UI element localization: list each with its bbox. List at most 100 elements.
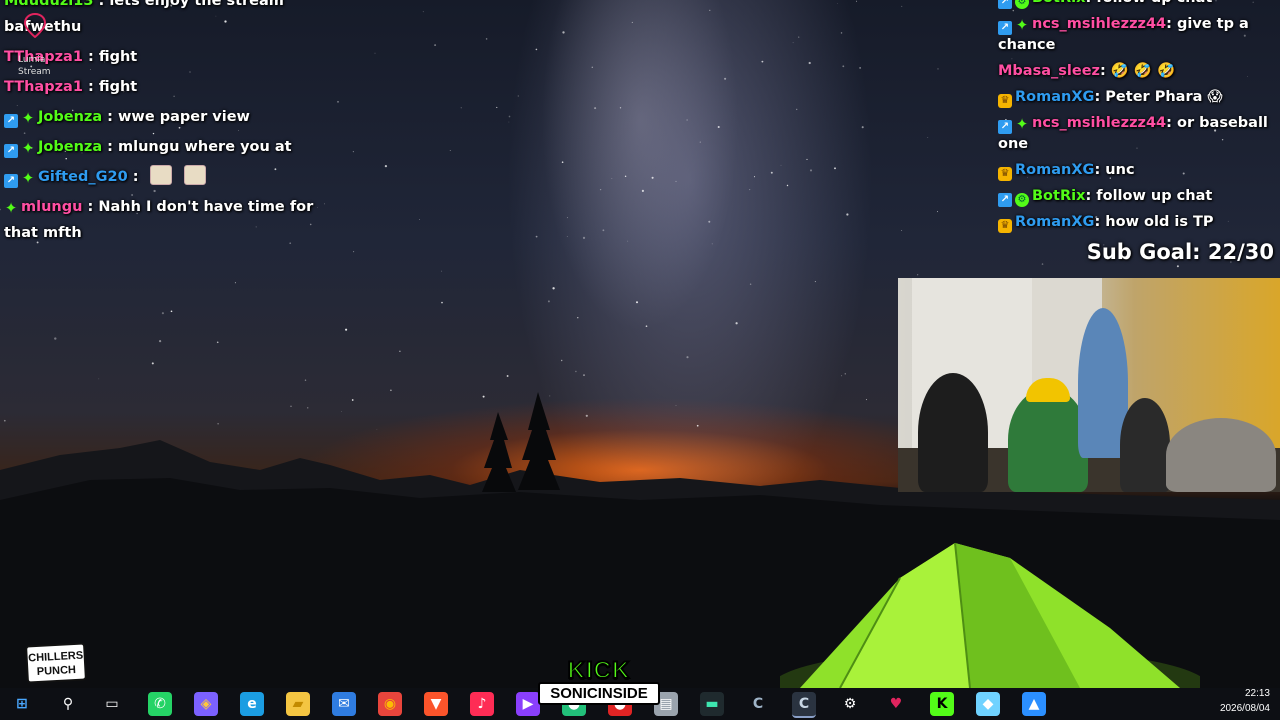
chat-text: 🤣 🤣 🤣: [1110, 63, 1176, 79]
chat-message: TThapza1 : fight: [4, 74, 334, 100]
chat-separator: :: [93, 0, 110, 9]
chat-username[interactable]: ncs_msihlezzz44: [1032, 115, 1166, 131]
bot-badge-icon: ⚙: [1015, 0, 1029, 9]
chat-message: ↗ ✦ ncs_msihlezzz44: or baseball one: [998, 113, 1270, 155]
chat-separator: :: [1085, 188, 1097, 204]
chat-message: TThapza1 : fight: [4, 44, 334, 70]
chat-message: ↗ ✦ Gifted_G20 :: [4, 164, 334, 190]
chat-username[interactable]: Mduduzi13: [4, 0, 93, 9]
chat-separator: :: [102, 139, 119, 155]
chat-message: ↗ ✦ ncs_msihlezzz44: give tp a chance: [998, 14, 1270, 56]
chat-text: how old is TP: [1105, 214, 1214, 230]
chat-message: Mbasa_sleez: 🤣 🤣 🤣: [998, 61, 1270, 82]
chat-separator: :: [82, 49, 99, 65]
og-badge-icon: ✦: [21, 169, 35, 187]
whatsapp-icon[interactable]: ✆: [148, 692, 172, 716]
edge-icon[interactable]: e: [240, 692, 264, 716]
chat-overlay-right: ↗⚙BotRix: follow up chat↗✦ncs_msihlezzz4…: [998, 0, 1270, 238]
lumia-label-line1: Lumia: [18, 55, 46, 65]
chat-separator: :: [1166, 16, 1177, 32]
chat-message: ↗⚙BotRix: follow up chat: [998, 0, 1270, 9]
ccleaner-icon[interactable]: C: [746, 692, 770, 716]
sub-goal-counter: Sub Goal: 22/30: [1086, 240, 1274, 264]
chat-text: mlungu where you at: [118, 139, 292, 155]
kick-wordmark: KICK: [567, 657, 631, 685]
verified-badge-icon: ↗: [998, 21, 1012, 35]
streamlabs-icon[interactable]: ◆: [976, 692, 1000, 716]
terminal-icon[interactable]: ▬: [700, 692, 724, 716]
task-view-icon[interactable]: ▭: [100, 692, 124, 716]
clipchamp-icon[interactable]: ▶: [516, 692, 540, 716]
chat-username[interactable]: RomanXG: [1015, 89, 1094, 105]
lumia-label-line2: Stream: [18, 67, 51, 77]
verified-badge-icon: ↗: [4, 174, 18, 188]
chat-username[interactable]: BotRix: [1032, 188, 1085, 204]
chat-text: Peter Phara 😱: [1105, 89, 1223, 105]
chat-message: ♛ RomanXG: Peter Phara 😱: [998, 87, 1270, 108]
chat-username[interactable]: Mbasa_sleez: [998, 63, 1100, 79]
og-badge-icon: ✦: [21, 109, 35, 127]
chat-username[interactable]: Gifted_G20: [38, 169, 128, 185]
lumia-stream-pin-icon: [23, 12, 47, 38]
og-badge-icon: ✦: [1015, 115, 1029, 133]
bot-badge-icon: ⚙: [1015, 193, 1029, 207]
chat-separator: :: [127, 169, 144, 185]
chillers-punch-logo: CHILLERS PUNCH: [25, 642, 87, 684]
chat-message: ✦ mlungu : Nahh I don't have time for tha…: [4, 194, 334, 246]
chat-text: follow up chat: [1096, 0, 1212, 6]
chat-text: unc: [1105, 162, 1135, 178]
mail-icon[interactable]: ✉: [332, 692, 356, 716]
chat-username[interactable]: mlungu: [21, 199, 82, 215]
chat-text: fight: [98, 79, 138, 95]
subscriber-badge-icon: ♛: [998, 219, 1012, 233]
chat-username[interactable]: BotRix: [1032, 0, 1085, 6]
chat-separator: :: [1094, 89, 1106, 105]
windows-start-icon[interactable]: ⊞: [10, 692, 34, 716]
clock-time: 22:13: [1244, 688, 1270, 699]
chat-overlay-left: Mduduzi13 : lets enjoy the stream bafwet…: [4, 0, 334, 250]
ccleaner-active-icon[interactable]: C: [792, 692, 816, 718]
copilot-icon[interactable]: ◈: [194, 692, 218, 716]
chrome-icon[interactable]: ◉: [378, 692, 402, 716]
photos-icon[interactable]: ▲: [1022, 692, 1046, 716]
webcam-feed: [898, 278, 1280, 492]
person-hardhat: [1008, 388, 1088, 492]
og-badge-icon: ✦: [1015, 16, 1029, 34]
og-badge-icon: ✦: [4, 199, 18, 217]
chat-text: follow up chat: [1096, 188, 1213, 204]
file-explorer-icon[interactable]: ▰: [286, 692, 310, 716]
chat-username[interactable]: RomanXG: [1015, 162, 1094, 178]
chat-username[interactable]: ncs_msihlezzz44: [1032, 16, 1166, 32]
brave-icon[interactable]: ▼: [424, 692, 448, 716]
chat-separator: :: [102, 109, 119, 125]
system-clock[interactable]: 22:13 2026/08/04: [1220, 686, 1270, 716]
lumia-stream-label: Lumia Stream: [18, 54, 51, 78]
chat-message: ↗ ✦ Jobenza : mlungu where you at: [4, 134, 334, 160]
search-icon[interactable]: ⚲: [56, 692, 80, 716]
lumia-stream-icon[interactable]: ♥: [884, 692, 908, 716]
settings-icon[interactable]: ⚙: [838, 692, 862, 716]
person-seated: [1120, 398, 1170, 492]
glowing-tent: [780, 542, 1200, 688]
chat-separator: :: [1166, 115, 1177, 131]
chat-separator: :: [1099, 63, 1111, 79]
verified-badge-icon: ↗: [4, 144, 18, 158]
chat-message: ↗ ✦ Jobenza : wwe paper view: [4, 104, 334, 130]
tiktok-icon[interactable]: ♪: [470, 692, 494, 716]
chat-text: fight: [98, 49, 138, 65]
kick-app-icon[interactable]: K: [930, 692, 954, 716]
chat-username[interactable]: TThapza1: [4, 79, 83, 95]
chat-username[interactable]: Jobenza: [38, 109, 102, 125]
chat-message: ♛ RomanXG: how old is TP: [998, 212, 1270, 233]
chat-separator: :: [82, 79, 99, 95]
chat-text: wwe paper view: [118, 109, 250, 125]
chat-username[interactable]: RomanXG: [1015, 214, 1094, 230]
subscriber-badge-icon: ♛: [998, 94, 1012, 108]
subscriber-badge-icon: ♛: [998, 167, 1012, 181]
chat-message: ♛ RomanXG: unc: [998, 160, 1270, 181]
person-left: [918, 373, 988, 492]
chat-separator: :: [1094, 162, 1106, 178]
chat-separator: :: [82, 199, 99, 215]
verified-badge-icon: ↗: [998, 193, 1012, 207]
chat-username[interactable]: Jobenza: [38, 139, 102, 155]
